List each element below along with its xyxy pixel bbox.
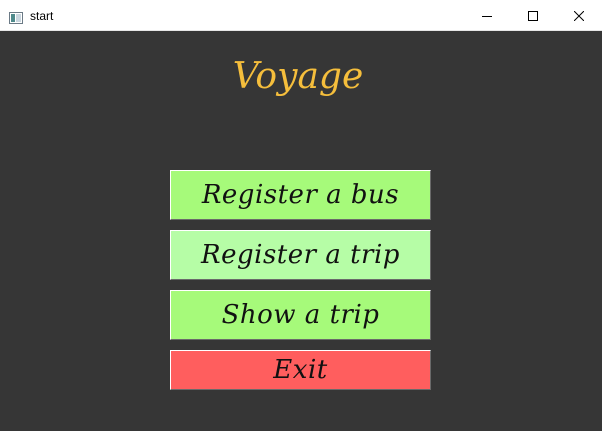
app-window: start Voyage Register a bus Register a t…	[0, 0, 602, 431]
exit-button[interactable]: Exit	[170, 350, 431, 390]
register-trip-button[interactable]: Register a trip	[170, 230, 431, 280]
minimize-button[interactable]	[464, 0, 510, 30]
maximize-button[interactable]	[510, 0, 556, 30]
app-window-icon	[9, 9, 23, 24]
close-icon	[573, 6, 585, 25]
minimize-icon	[482, 6, 492, 25]
maximize-icon	[528, 6, 538, 25]
register-bus-button[interactable]: Register a bus	[170, 170, 431, 220]
close-button[interactable]	[556, 0, 602, 30]
app-heading: Voyage	[232, 56, 364, 97]
window-title: start	[30, 9, 54, 23]
show-trip-button[interactable]: Show a trip	[170, 290, 431, 340]
title-bar[interactable]: start	[0, 0, 602, 31]
